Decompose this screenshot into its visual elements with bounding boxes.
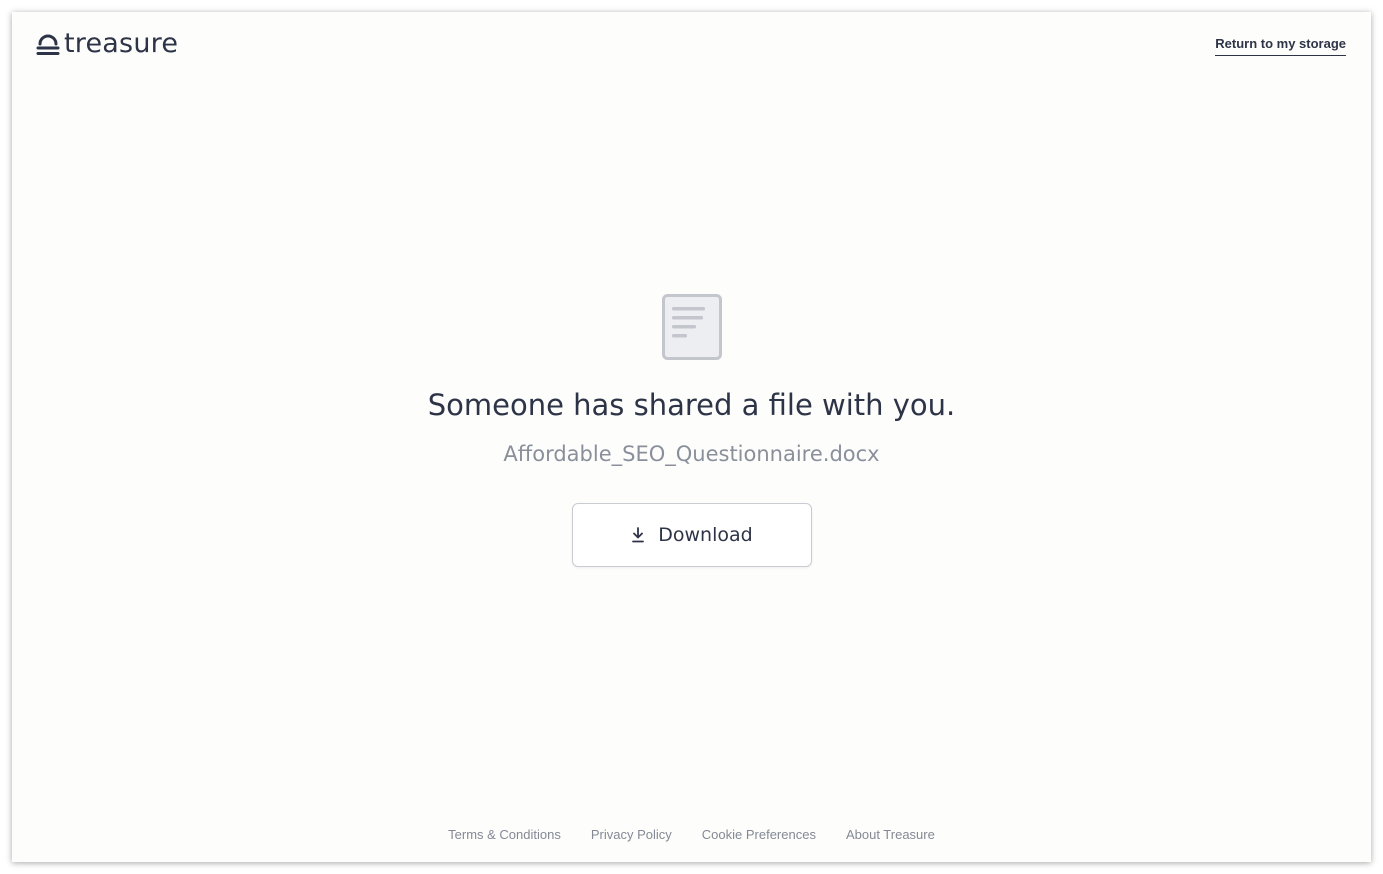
lock-icon xyxy=(36,34,60,55)
footer: Terms & Conditions Privacy Policy Cookie… xyxy=(12,827,1371,842)
return-to-storage-link[interactable]: Return to my storage xyxy=(1215,36,1346,56)
share-panel: Someone has shared a file with you. Affo… xyxy=(12,294,1371,567)
footer-link-terms[interactable]: Terms & Conditions xyxy=(448,827,561,842)
page-title: Someone has shared a file with you. xyxy=(427,388,956,422)
footer-link-privacy[interactable]: Privacy Policy xyxy=(591,827,672,842)
download-label: Download xyxy=(658,524,753,546)
logo-text: treasure xyxy=(64,28,179,59)
download-icon xyxy=(632,527,645,543)
footer-link-cookies[interactable]: Cookie Preferences xyxy=(702,827,816,842)
download-button[interactable]: Download xyxy=(571,503,812,567)
header: treasure Return to my storage xyxy=(12,12,1371,92)
file-name: Affordable_SEO_Questionnaire.docx xyxy=(503,442,880,466)
app-window: treasure Return to my storage Someone ha… xyxy=(12,12,1371,862)
footer-link-about[interactable]: About Treasure xyxy=(846,827,935,842)
logo[interactable]: treasure xyxy=(36,28,178,60)
document-icon xyxy=(661,294,722,360)
